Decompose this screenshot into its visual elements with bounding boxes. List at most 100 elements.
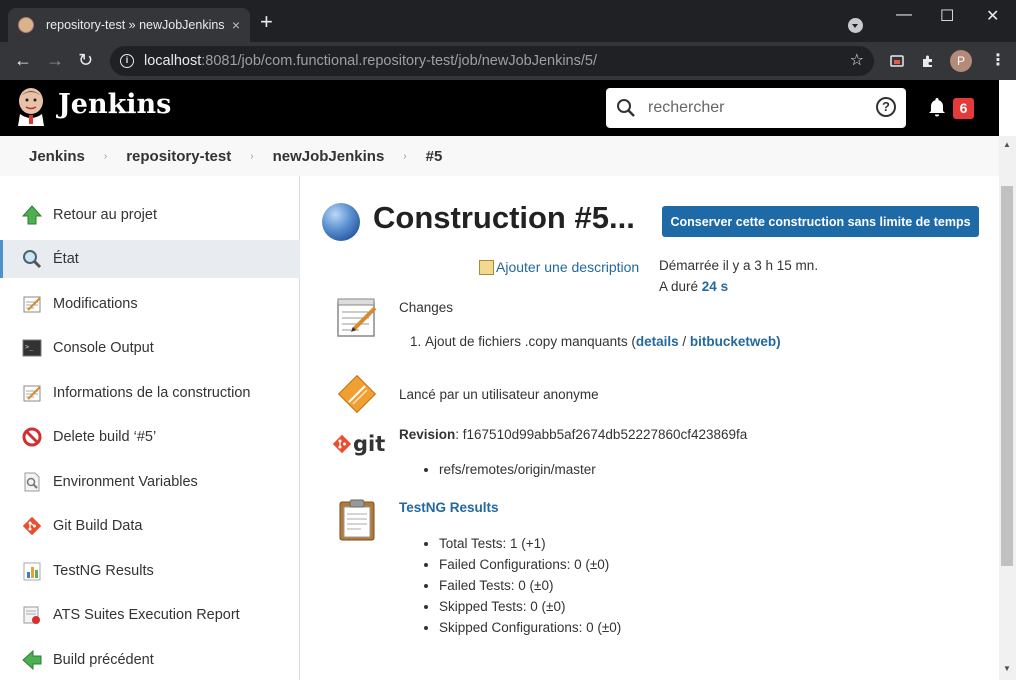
breadcrumb-build[interactable]: #5: [426, 148, 443, 165]
tab-title: repository-test » newJobJenkins #5: [46, 18, 226, 32]
breadcrumb-job[interactable]: newJobJenkins: [273, 148, 385, 165]
sidebar-item-status[interactable]: État: [0, 240, 300, 278]
sidebar-item-build-info[interactable]: Informations de la construction: [0, 374, 300, 412]
app-title[interactable]: Jenkins: [58, 89, 171, 120]
sidebar-item-label: Git Build Data: [53, 518, 143, 534]
notification-badge[interactable]: 6: [953, 98, 974, 119]
main-content: Construction #5... Conserver cette const…: [301, 176, 999, 680]
git-ref-list: refs/remotes/origin/master: [439, 459, 596, 480]
sidebar-item-changes[interactable]: Modifications: [0, 285, 300, 323]
git-logo-text: git: [353, 432, 386, 456]
breadcrumb-jenkins[interactable]: Jenkins: [29, 148, 85, 165]
chevron-right-icon[interactable]: ›: [104, 151, 107, 162]
sidebar-item-ats-suites-report[interactable]: ATS Suites Execution Report: [0, 596, 300, 634]
search-box: ?: [606, 88, 906, 128]
browser-toolbar: ← → ↻ i localhost:8081/job/com.functiona…: [0, 42, 1016, 80]
minimize-icon[interactable]: —: [896, 6, 912, 24]
site-info-icon[interactable]: i: [120, 54, 134, 68]
scroll-up-icon[interactable]: ▲: [1003, 140, 1011, 149]
forward-icon[interactable]: →: [46, 50, 64, 70]
git-logo-icon: git: [332, 432, 385, 456]
new-tab-icon[interactable]: +: [260, 11, 273, 33]
list-item: Skipped Tests: 0 (±0): [439, 596, 621, 617]
testng-results-link[interactable]: TestNG Results: [399, 500, 499, 515]
sidebar: Retour au projet État Modifications >_ C…: [0, 176, 300, 680]
list-item: refs/remotes/origin/master: [439, 459, 596, 480]
page-title: Construction #5...: [373, 200, 635, 235]
sidebar-item-delete-build[interactable]: Delete build ‘#5’: [0, 418, 300, 456]
jenkins-favicon-icon: [18, 17, 34, 33]
sidebar-item-label: Console Output: [53, 340, 154, 356]
breadcrumb-repository[interactable]: repository-test: [126, 148, 231, 165]
add-description-label: Ajouter une description: [496, 259, 640, 275]
bookmark-star-icon[interactable]: ☆: [850, 46, 864, 76]
help-icon[interactable]: ?: [876, 97, 896, 117]
scrollbar-thumb[interactable]: [1001, 186, 1013, 566]
sidebar-item-label: Delete build ‘#5’: [53, 429, 157, 445]
url-host: localhost: [144, 53, 202, 69]
notepad-icon: [23, 385, 41, 402]
chevron-right-icon[interactable]: ›: [403, 151, 406, 162]
change-separator: /: [678, 334, 690, 349]
url-path: :8081/job/com.functional.repository-test…: [201, 53, 597, 69]
sidebar-item-label: ATS Suites Execution Report: [53, 607, 240, 623]
sidebar-item-label: État: [53, 251, 79, 267]
keep-build-forever-button[interactable]: Conserver cette construction sans limite…: [662, 206, 979, 237]
add-description-link[interactable]: Ajouter une description: [479, 259, 639, 275]
chart-icon: [23, 562, 41, 581]
extensions-icon[interactable]: [921, 54, 935, 68]
sidebar-item-label: Informations de la construction: [53, 385, 251, 401]
sidebar-item-console-output[interactable]: >_ Console Output: [0, 329, 300, 367]
list-item: Ajout de fichiers .copy manquants (detai…: [425, 334, 781, 349]
back-icon[interactable]: ←: [14, 50, 32, 70]
tab-search-icon[interactable]: [848, 18, 863, 33]
git-icon: [22, 516, 42, 536]
scroll-down-icon[interactable]: ▼: [1003, 664, 1011, 673]
terminal-icon: >_: [22, 339, 42, 357]
tab-close-icon[interactable]: ×: [232, 17, 240, 33]
change-message: Ajout de fichiers .copy manquants (: [425, 334, 636, 349]
duration-prefix: A duré: [659, 279, 699, 294]
changes-title: Changes: [399, 300, 454, 315]
clipboard-icon: [339, 499, 375, 541]
bell-icon[interactable]: [928, 97, 946, 117]
no-entry-icon: [22, 427, 42, 447]
search-icon: [23, 250, 42, 269]
edit-description-icon: [479, 259, 494, 275]
build-timing: Démarrée il y a 3 h 15 mn. A duré 24 s: [659, 255, 818, 297]
change-details-link[interactable]: details: [636, 334, 679, 349]
document-search-icon: [24, 472, 40, 492]
sidebar-item-previous-build[interactable]: Build précédent: [0, 641, 300, 679]
maximize-icon[interactable]: ☐: [940, 6, 954, 26]
user-launch-icon: [337, 374, 377, 414]
profile-avatar[interactable]: P: [950, 50, 972, 72]
browser-menu-icon[interactable]: ⋮: [990, 50, 1006, 70]
search-icon: [617, 99, 635, 117]
jenkins-logo-icon[interactable]: [16, 86, 46, 126]
list-item: Total Tests: 1 (+1): [439, 533, 621, 554]
change-close-paren: ): [776, 334, 781, 349]
sidebar-item-label: Build précédent: [53, 652, 154, 668]
testng-stats-list: Total Tests: 1 (+1) Failed Configuration…: [439, 533, 621, 638]
duration-link[interactable]: 24 s: [702, 279, 728, 294]
reload-icon[interactable]: ↻: [78, 50, 93, 70]
sidebar-item-testng-results[interactable]: TestNG Results: [0, 552, 300, 590]
changes-list: Ajout de fichiers .copy manquants (detai…: [425, 334, 781, 349]
up-arrow-icon: [22, 205, 42, 225]
git-diamond-icon: [332, 434, 352, 454]
search-input[interactable]: [648, 96, 868, 120]
sidebar-item-environment-variables[interactable]: Environment Variables: [0, 463, 300, 501]
list-item: Failed Tests: 0 (±0): [439, 575, 621, 596]
notepad-icon: [337, 298, 377, 337]
sidebar-item-back-to-project[interactable]: Retour au projet: [0, 196, 300, 234]
jenkins-header: Jenkins ? 6: [0, 80, 999, 136]
sidebar-item-label: Retour au projet: [53, 207, 157, 223]
bitbucketweb-link[interactable]: bitbucketweb: [690, 334, 776, 349]
address-bar[interactable]: i localhost:8081/job/com.functional.repo…: [110, 46, 874, 76]
cast-icon[interactable]: [890, 54, 904, 68]
chevron-right-icon[interactable]: ›: [250, 151, 253, 162]
close-window-icon[interactable]: ✕: [986, 6, 999, 26]
sidebar-item-git-build-data[interactable]: Git Build Data: [0, 507, 300, 545]
revision-line: Revision: f167510d99abb5af2674db52227860…: [399, 427, 747, 442]
browser-tab[interactable]: repository-test » newJobJenkins #5 ×: [8, 8, 250, 42]
